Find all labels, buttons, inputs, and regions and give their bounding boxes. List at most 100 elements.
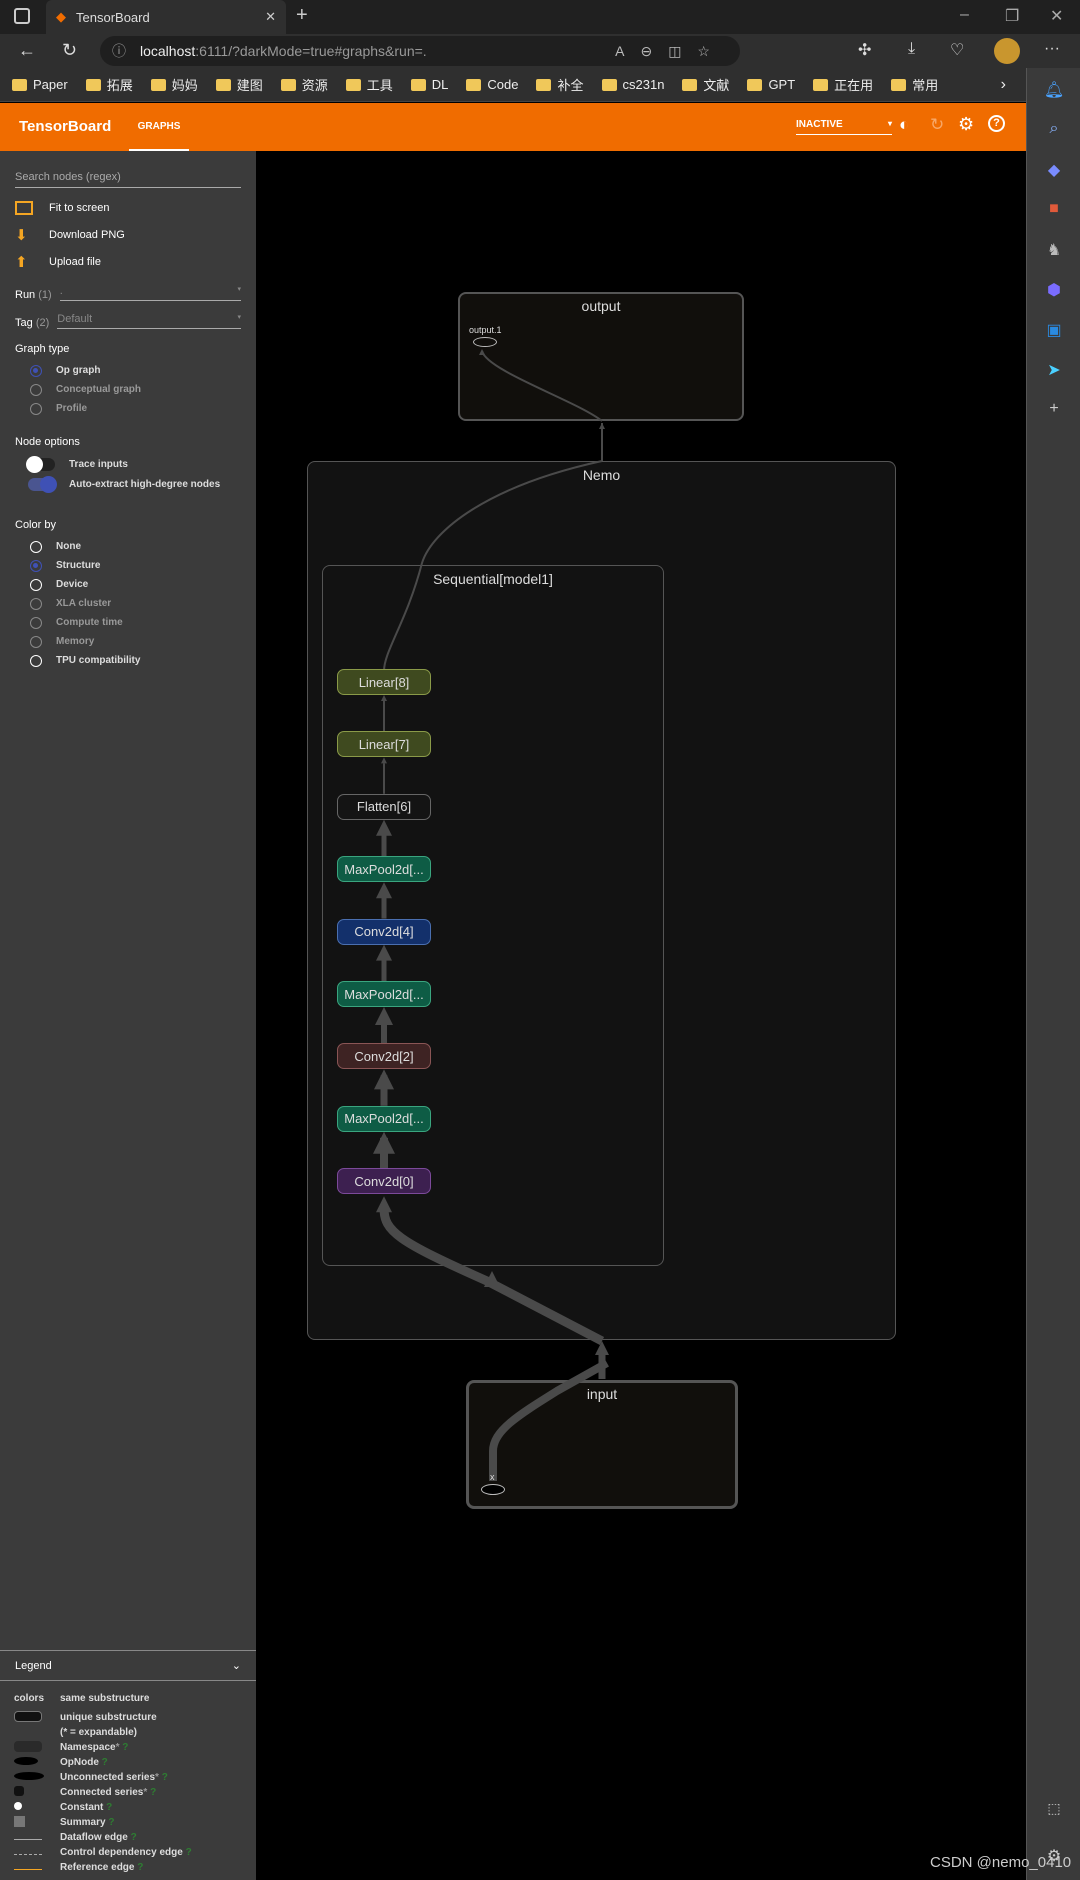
- extensions-icon[interactable]: ✣: [858, 40, 871, 60]
- bookmark-folder[interactable]: 补全: [536, 75, 584, 94]
- bookmark-label: 妈妈: [171, 78, 198, 93]
- radio-color-compute[interactable]: Compute time: [0, 613, 256, 632]
- outlook-icon[interactable]: ▣: [1043, 320, 1065, 342]
- legend-help-link[interactable]: ?: [122, 1742, 128, 1753]
- auto-extract-toggle[interactable]: Auto-extract high-degree nodes: [0, 474, 256, 494]
- bookmark-folder[interactable]: 工具: [345, 75, 393, 94]
- back-icon[interactable]: ←: [18, 40, 36, 61]
- search-icon[interactable]: ⌕: [1043, 120, 1065, 142]
- add-icon[interactable]: +: [1043, 400, 1065, 422]
- bookmark-folder[interactable]: Code: [466, 77, 518, 92]
- input-opnode[interactable]: [481, 1484, 505, 1495]
- tag-icon[interactable]: ◆: [1043, 160, 1065, 182]
- games-icon[interactable]: ♞: [1043, 240, 1065, 262]
- legend-help-link[interactable]: ?: [150, 1787, 156, 1798]
- bookmark-folder[interactable]: 正在用: [813, 75, 873, 94]
- op-node[interactable]: Linear[7]: [337, 731, 431, 758]
- restore-icon[interactable]: ❐: [1005, 6, 1019, 26]
- minimize-icon[interactable]: –: [960, 6, 969, 24]
- legend-header[interactable]: Legend ⌄: [0, 1651, 256, 1681]
- upload-file-button[interactable]: ⬆ Upload file: [0, 248, 256, 275]
- legend-item: Namespace * ?: [0, 1740, 256, 1755]
- run-select[interactable]: . ▾: [59, 285, 241, 301]
- op-node[interactable]: MaxPool2d[...: [337, 981, 431, 1007]
- trace-inputs-toggle[interactable]: Trace inputs: [0, 454, 256, 474]
- browser-tab[interactable]: ◆ TensorBoard ✕: [46, 0, 286, 34]
- legend-help-link[interactable]: ?: [162, 1772, 168, 1783]
- dropdown-icon: ▾: [237, 314, 241, 321]
- radio-color-tpu[interactable]: TPU compatibility: [0, 651, 256, 670]
- radio-op-graph[interactable]: Op graph: [0, 361, 256, 380]
- bookmark-folder[interactable]: 建图: [215, 75, 263, 94]
- help-icon[interactable]: ?: [988, 115, 1005, 132]
- radio-label: TPU compatibility: [56, 655, 141, 666]
- legend-help-link[interactable]: ?: [102, 1757, 108, 1768]
- profile-avatar[interactable]: [994, 38, 1020, 64]
- bookmark-folder[interactable]: 妈妈: [150, 75, 198, 94]
- legend-help-link[interactable]: ?: [108, 1817, 114, 1828]
- status-value: INACTIVE: [796, 119, 843, 130]
- radio-color-device[interactable]: Device: [0, 575, 256, 594]
- health-icon[interactable]: ♡: [950, 40, 964, 60]
- bookmark-folder[interactable]: 文献: [682, 75, 729, 94]
- close-tab-icon[interactable]: ✕: [265, 9, 276, 25]
- bookmark-label: Paper: [33, 77, 68, 92]
- bookmark-folder[interactable]: 资源: [280, 75, 328, 94]
- send-icon[interactable]: ➤: [1043, 360, 1065, 382]
- theme-toggle-icon[interactable]: ◐: [899, 115, 909, 135]
- screenshot-icon[interactable]: ⬚: [1043, 1800, 1065, 1822]
- reload-icon[interactable]: ↻: [62, 40, 77, 61]
- graph-canvas[interactable]: output output.1 Nemo Sequential[model1] …: [257, 151, 1026, 1880]
- bookmark-folder[interactable]: 拓展: [85, 75, 133, 94]
- toolbox-icon[interactable]: ■: [1043, 200, 1065, 222]
- legend-colors-label: colors: [14, 1693, 45, 1704]
- copilot-icon[interactable]: ⬢: [1043, 280, 1065, 302]
- op-node[interactable]: MaxPool2d[...: [337, 856, 431, 883]
- legend-swatch: [0, 1740, 46, 1755]
- url-actions-icons[interactable]: A⊖◫☆: [615, 43, 726, 60]
- output-opnode[interactable]: [473, 337, 497, 347]
- bookmark-folder[interactable]: 常用: [891, 75, 938, 94]
- bookmark-folder[interactable]: DL: [410, 77, 448, 92]
- op-node[interactable]: Conv2d[0]: [337, 1168, 431, 1195]
- op-node[interactable]: Linear[8]: [337, 669, 431, 695]
- radio-icon: [30, 559, 42, 572]
- more-icon[interactable]: ···: [1044, 40, 1060, 58]
- output-node-label: output.1: [469, 325, 502, 335]
- radio-conceptual-graph[interactable]: Conceptual graph: [0, 380, 256, 399]
- run-status-select[interactable]: INACTIVE ▾: [796, 119, 892, 135]
- op-node[interactable]: Flatten[6]: [337, 793, 431, 820]
- op-node[interactable]: MaxPool2d[...: [337, 1105, 431, 1132]
- bell-icon[interactable]: 🔔︎: [1043, 80, 1065, 102]
- sidebar-toggle-icon[interactable]: [14, 8, 30, 24]
- radio-color-xla[interactable]: XLA cluster: [0, 594, 256, 613]
- settings-icon[interactable]: ⚙: [958, 114, 974, 135]
- url-field[interactable]: ⓘ localhost:6111/?darkMode=true#graphs&r…: [100, 36, 740, 66]
- legend-help-link[interactable]: ?: [186, 1847, 192, 1858]
- folder-icon: [682, 78, 698, 91]
- legend-help-link[interactable]: ?: [131, 1832, 137, 1843]
- download-png-button[interactable]: ⬇ Download PNG: [0, 221, 256, 248]
- tab-graphs[interactable]: GRAPHS: [129, 103, 189, 151]
- refresh-icon[interactable]: ↻: [930, 115, 944, 135]
- radio-color-memory[interactable]: Memory: [0, 632, 256, 651]
- radio-color-structure[interactable]: Structure: [0, 556, 256, 575]
- downloads-icon[interactable]: ⤓: [908, 40, 915, 58]
- radio-color-none[interactable]: None: [0, 537, 256, 556]
- bookmark-folder[interactable]: cs231n: [601, 77, 664, 92]
- close-window-icon[interactable]: ✕: [1050, 6, 1063, 26]
- more-bookmarks-icon[interactable]: ›: [1001, 76, 1006, 94]
- bookmark-folder[interactable]: Paper: [12, 77, 68, 92]
- new-tab-icon[interactable]: +: [296, 4, 308, 27]
- legend-help-link[interactable]: ?: [106, 1802, 112, 1813]
- bookmark-folder[interactable]: GPT: [747, 77, 795, 92]
- search-nodes-input[interactable]: Search nodes (regex): [15, 171, 241, 188]
- radio-profile[interactable]: Profile: [0, 399, 256, 418]
- op-node[interactable]: Conv2d[2]: [337, 1043, 431, 1070]
- legend-swatch: [0, 1786, 46, 1799]
- legend-help-link[interactable]: ?: [137, 1862, 143, 1873]
- tag-select[interactable]: Default ▾: [57, 313, 241, 329]
- fit-to-screen-button[interactable]: Fit to screen: [0, 194, 256, 221]
- op-node[interactable]: Conv2d[4]: [337, 918, 431, 945]
- legend-star: *: [143, 1787, 148, 1798]
